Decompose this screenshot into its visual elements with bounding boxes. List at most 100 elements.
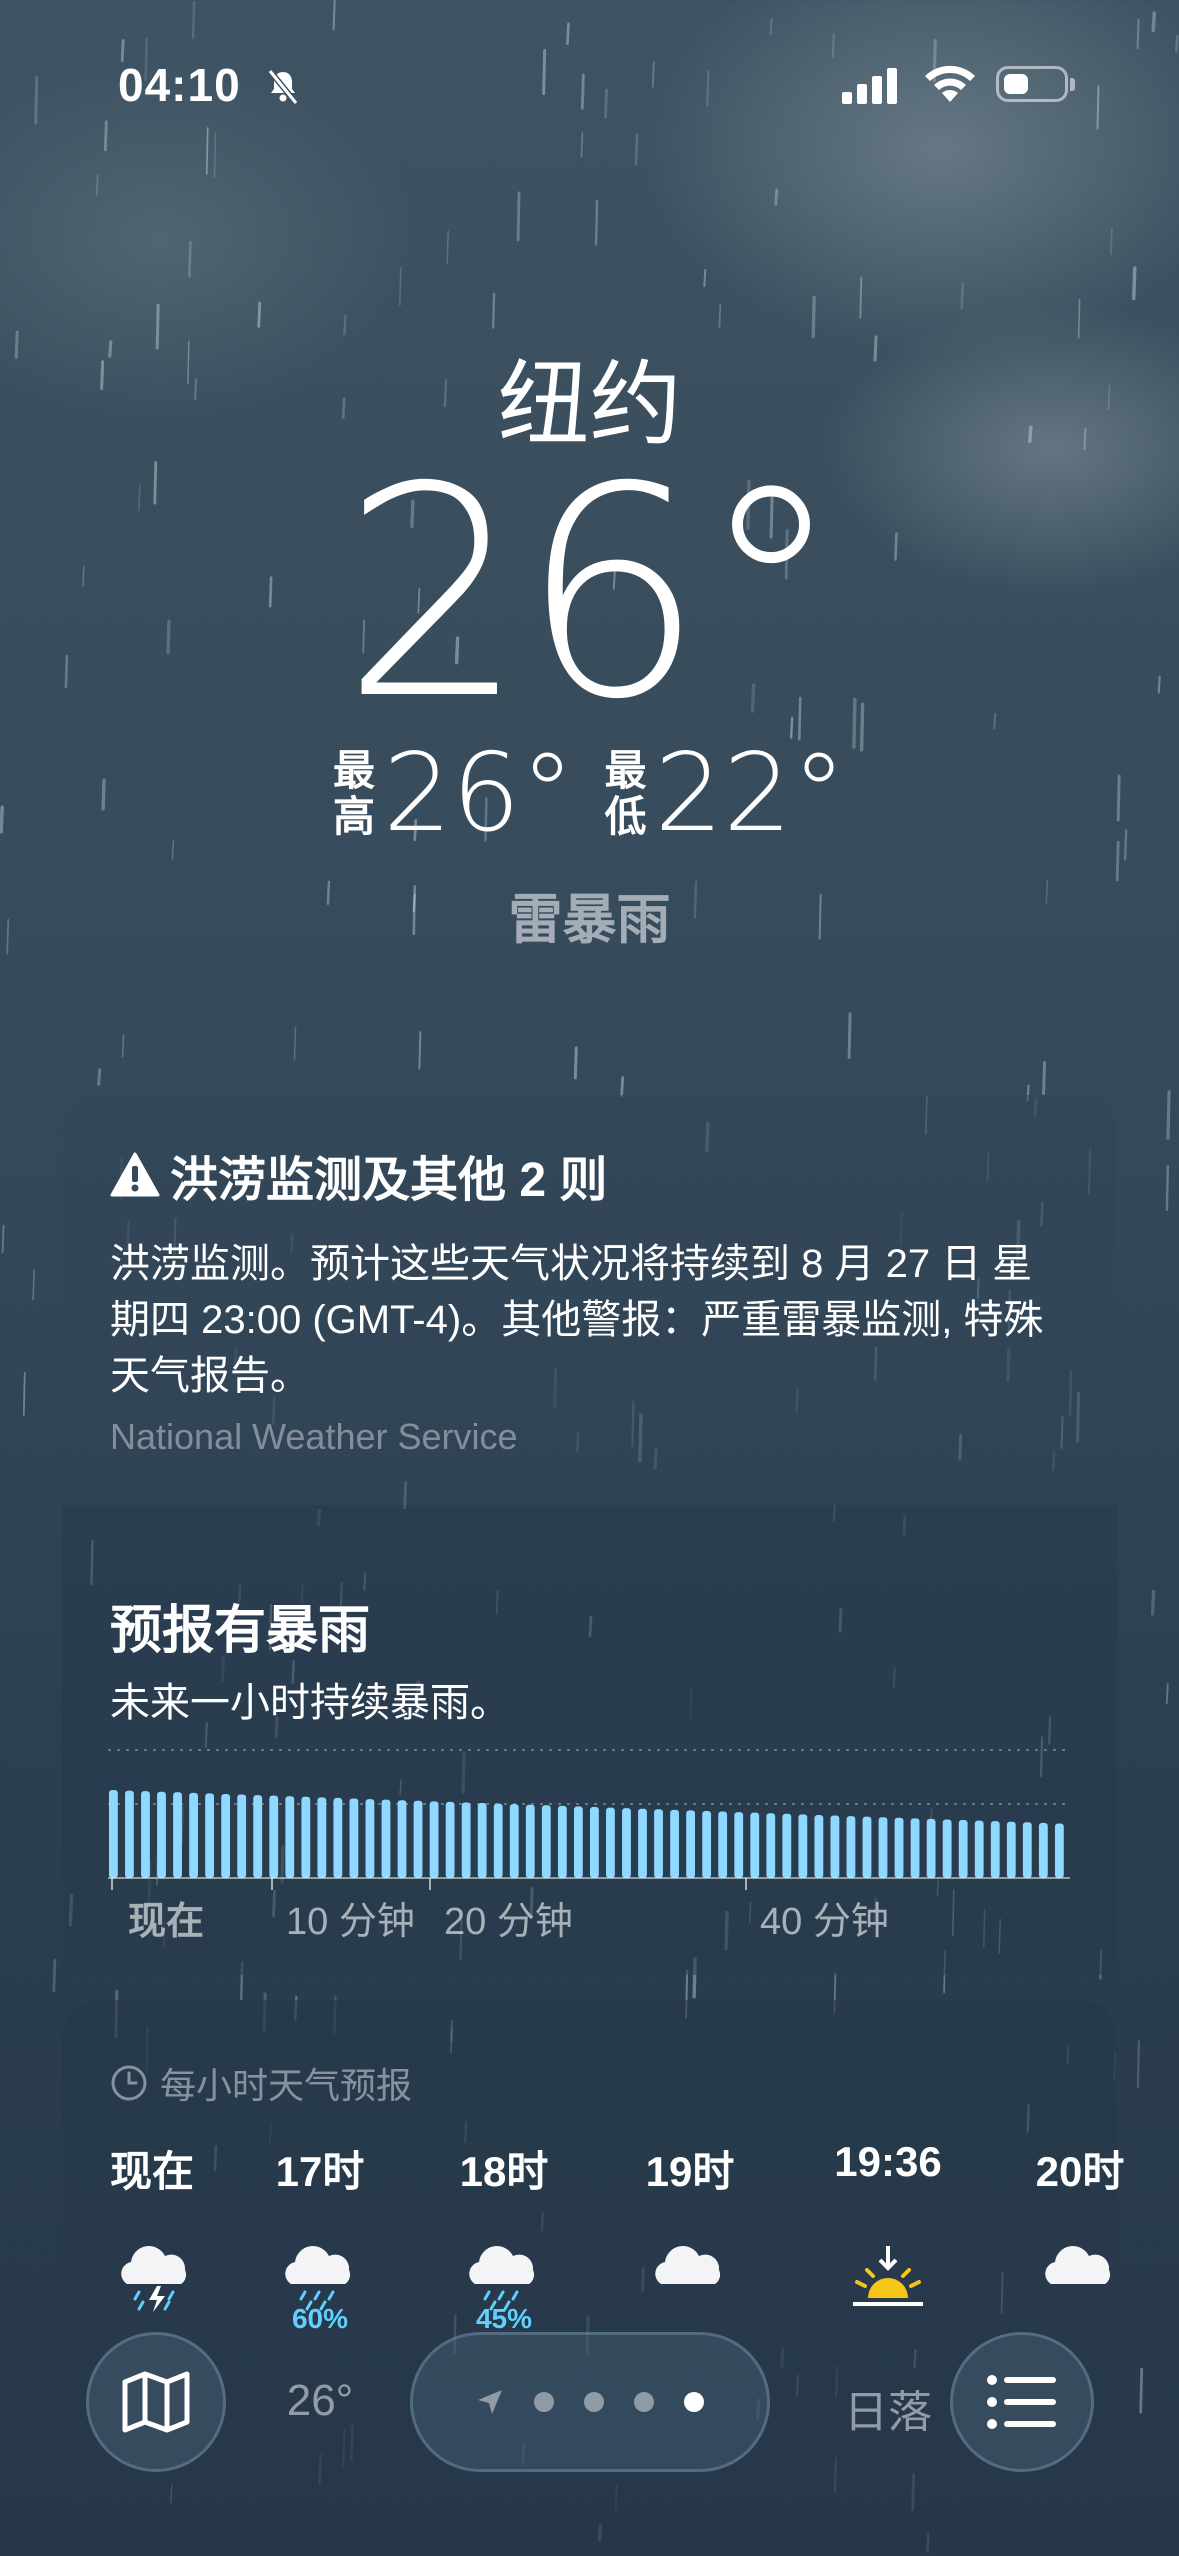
alert-source: National Weather Service [110, 1416, 518, 1457]
rain-streak [847, 1012, 852, 1059]
hour-label: 18时 [424, 2138, 584, 2199]
location-arrow-icon [478, 2390, 502, 2414]
precipitation-bar [349, 1798, 359, 1878]
weather-condition: 雷暴雨 [508, 890, 671, 950]
high-label: 最高 [333, 748, 375, 840]
precipitation-bar [734, 1812, 744, 1878]
low-value: 22° [654, 731, 846, 856]
precipitation-bar [429, 1801, 439, 1878]
page-dot[interactable] [534, 2392, 554, 2412]
rain-streak [566, 22, 570, 45]
precipitation-bar [606, 1807, 615, 1878]
precipitation-bar [525, 1804, 535, 1878]
precipitation-bar [141, 1791, 150, 1878]
rain-streak [1165, 1164, 1170, 1212]
hour-time: 19:36 [834, 2138, 942, 2185]
page-indicator[interactable] [410, 2332, 770, 2472]
rain-streak [604, 88, 608, 119]
precipitation-bar [718, 1811, 728, 1878]
clock-icon [111, 2065, 147, 2101]
warning-icon [110, 1152, 160, 1197]
map-button[interactable] [86, 2332, 226, 2472]
hourly-header: 每小时天气预报 [110, 2057, 412, 2109]
alert-body: 洪涝监测。预计这些天气状况将持续到 8 月 27 日 星期四 23:00 (GM… [110, 1242, 1044, 1398]
precipitation-bar [557, 1805, 567, 1878]
precipitation-bar [622, 1808, 631, 1878]
precipitation-bar [638, 1808, 647, 1878]
low-label: 最低 [605, 748, 647, 840]
precipitation-bar [878, 1817, 888, 1878]
hour-icon-wrap [808, 2240, 968, 2320]
map-icon [122, 2371, 190, 2433]
precipitation-bar [766, 1813, 776, 1878]
precipitation-bar [189, 1792, 198, 1878]
wifi-icon [925, 65, 975, 102]
alert-title[interactable]: 洪涝监测及其他 2 则 [110, 1140, 607, 1210]
precipitation-bar [1006, 1821, 1016, 1878]
hour-icon-wrap [1000, 2240, 1160, 2320]
precipitation-subtitle: 未来一小时持续暴雨。 [110, 1681, 510, 1725]
precip-probability: 60% [291, 2303, 349, 2334]
precipitation-bar [461, 1802, 471, 1878]
rain-streak [573, 1046, 578, 1080]
rain-streak [580, 132, 584, 158]
precipitation-bar [926, 1818, 936, 1878]
high-temperature: 最高 26° [333, 740, 574, 848]
precipitation-bar [846, 1816, 856, 1878]
precipitation-bar [173, 1792, 182, 1878]
precipitation-bar [1038, 1822, 1048, 1878]
precipitation-bar [301, 1796, 311, 1878]
precipitation-bar [830, 1815, 840, 1878]
list-icon [987, 2375, 1056, 2429]
rain-streak [634, 133, 639, 166]
page-dot[interactable] [684, 2392, 704, 2412]
precipitation-bar [237, 1794, 247, 1878]
rain-streak [1139, 2367, 1144, 2414]
rain-streak [580, 73, 585, 110]
thunderstorm-rain-icon [121, 2246, 187, 2312]
hour-icon-wrap [76, 2240, 236, 2320]
rain-streak [718, 303, 722, 328]
current-temperature: 26° [341, 426, 843, 763]
hour-temperature: 26° [286, 2376, 354, 2425]
rain-streak [1041, 1060, 1047, 1095]
rain-streak [620, 1076, 625, 1097]
precipitation-bar [1022, 1822, 1032, 1878]
hourly-header-text: 每小时天气预报 [160, 2065, 413, 2106]
hour-time: 19时 [645, 2148, 735, 2195]
precipitation-bar [477, 1803, 487, 1878]
city-list-button[interactable] [950, 2332, 1094, 2472]
cloud-icon [655, 2246, 721, 2284]
precipitation-bar [541, 1805, 551, 1878]
precipitation-bar [221, 1793, 231, 1878]
rain-streak [542, 48, 547, 96]
page-dot[interactable] [584, 2392, 604, 2412]
precipitation-bar [253, 1795, 263, 1878]
precipitation-bar [365, 1799, 375, 1878]
precipitation-bar [1054, 1823, 1064, 1878]
rain-streak [52, 1958, 57, 1993]
hour-label: 17时 [240, 2138, 400, 2199]
precipitation-bar [782, 1813, 792, 1878]
precipitation-chart[interactable] [108, 1740, 1070, 1940]
high-label-char: 高 [333, 793, 376, 840]
rain-streak [332, 0, 336, 31]
precipitation-bar [894, 1817, 904, 1878]
page-dot[interactable] [634, 2392, 654, 2412]
rain-streak [651, 60, 655, 88]
precipitation-bar [990, 1821, 1000, 1878]
rain-streak [1, 1224, 5, 1254]
precipitation-bar [333, 1797, 343, 1878]
status-time: 04:10 [118, 59, 241, 111]
precipitation-bar [109, 1790, 118, 1878]
axis-label-40min: 40 分钟 [760, 1901, 889, 1943]
battery-icon [996, 66, 1075, 102]
rain-streak [191, 1, 196, 39]
precipitation-bar [686, 1810, 696, 1878]
axis-label-now: 现在 [128, 1901, 205, 1943]
precipitation-bar [125, 1790, 134, 1878]
low-label-char: 最 [604, 747, 647, 794]
bell-slash-icon [267, 69, 299, 105]
rain-streak [32, 1269, 35, 1301]
precipitation-bar [958, 1820, 968, 1878]
